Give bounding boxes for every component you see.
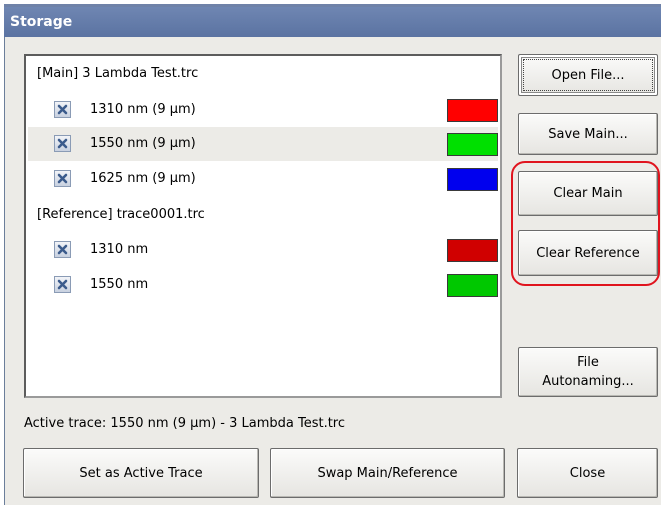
active-trace-status: Active trace: 1550 nm (9 µm) - 3 Lambda … <box>24 416 346 431</box>
main-trace-row-1550[interactable]: 1550 nm (9 µm) <box>28 127 498 161</box>
trace-color-swatch <box>447 168 498 191</box>
remove-x-icon[interactable] <box>54 276 71 293</box>
swap-main-reference-button[interactable]: Swap Main/Reference <box>270 448 505 498</box>
remove-x-icon[interactable] <box>54 101 71 118</box>
annotation-highlight <box>511 161 660 286</box>
trace-color-swatch <box>447 239 498 262</box>
set-active-trace-button[interactable]: Set as Active Trace <box>23 448 259 498</box>
file-autonaming-line-1: File <box>577 355 599 370</box>
file-autonaming-line-2: Autonaming... <box>542 374 634 389</box>
trace-label: 1625 nm (9 µm) <box>90 171 196 186</box>
trace-label: 1550 nm (9 µm) <box>90 136 196 151</box>
remove-x-icon[interactable] <box>54 170 71 187</box>
main-trace-row-1310[interactable]: 1310 nm (9 µm) <box>28 93 498 127</box>
open-file-button[interactable]: Open File... <box>518 54 658 96</box>
remove-x-icon[interactable] <box>54 135 71 152</box>
save-main-button[interactable]: Save Main... <box>518 113 658 155</box>
reference-trace-row-1310[interactable]: 1310 nm <box>28 233 498 267</box>
trace-color-swatch <box>447 133 498 156</box>
window-title: Storage <box>4 7 661 37</box>
trace-label: 1310 nm <box>90 242 149 257</box>
trace-color-swatch <box>447 274 498 297</box>
file-autonaming-button[interactable]: File Autonaming... <box>518 347 658 397</box>
reference-group-title: [Reference] trace0001.trc <box>37 207 205 222</box>
remove-x-icon[interactable] <box>54 241 71 258</box>
reference-trace-row-1550[interactable]: 1550 nm <box>28 268 498 302</box>
main-trace-row-1625[interactable]: 1625 nm (9 µm) <box>28 162 498 196</box>
trace-list[interactable]: [Main] 3 Lambda Test.trc 1310 nm (9 µm) … <box>24 54 502 398</box>
close-button[interactable]: Close <box>517 448 658 498</box>
trace-label: 1550 nm <box>90 277 149 292</box>
main-group-title: [Main] 3 Lambda Test.trc <box>37 66 199 81</box>
trace-color-swatch <box>447 99 498 122</box>
trace-label: 1310 nm (9 µm) <box>90 102 196 117</box>
